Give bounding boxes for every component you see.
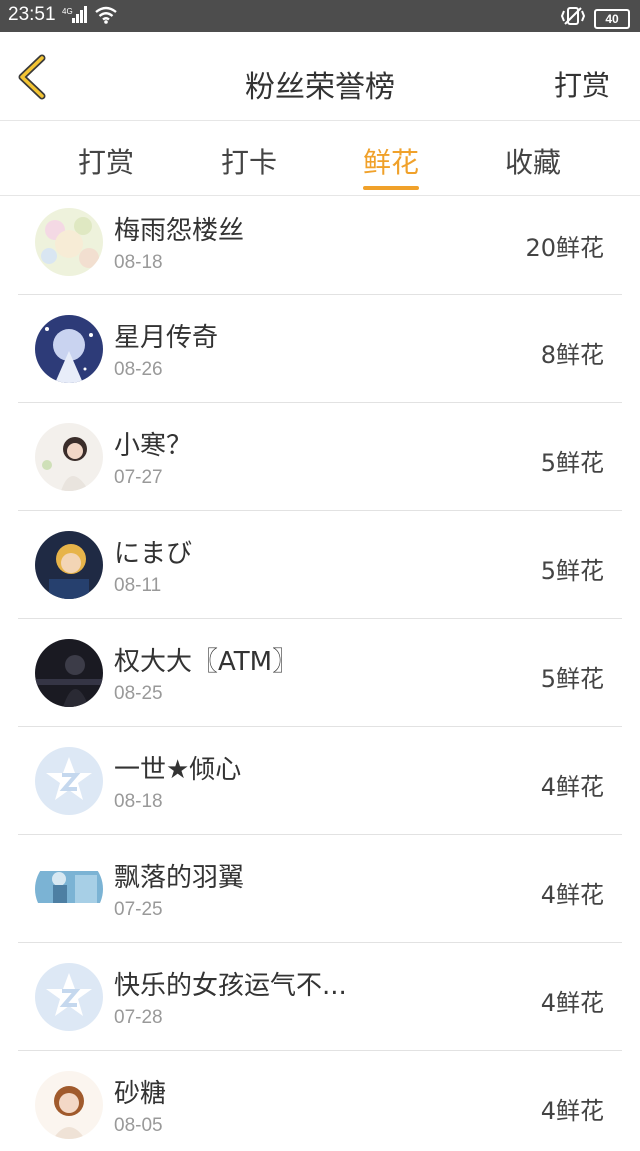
vibrate-icon xyxy=(560,6,586,31)
avatar xyxy=(35,1071,103,1139)
flower-count: 4鲜花 xyxy=(540,1097,604,1125)
fan-date: 08-25 xyxy=(114,683,163,704)
list-item[interactable]: にまび 08-11 5鲜花 xyxy=(0,511,640,619)
flower-count: 5鲜花 xyxy=(540,665,604,693)
avatar xyxy=(35,747,103,815)
fan-name: 梅雨怨楼丝 xyxy=(114,216,245,246)
fan-name: 砂糖 xyxy=(114,1079,167,1109)
fan-name: 一世★倾心 xyxy=(114,755,242,785)
fan-name: 星月传奇 xyxy=(114,323,219,353)
status-time: 23:51 xyxy=(8,4,56,25)
qzone-default-icon xyxy=(35,747,103,815)
page-title: 粉丝荣誉榜 xyxy=(245,70,395,105)
status-left-icons: 4G xyxy=(62,6,118,29)
avatar xyxy=(35,531,103,599)
avatar xyxy=(35,423,103,491)
list-item[interactable]: 飘落的羽翼 07-25 4鲜花 xyxy=(0,835,640,943)
tab-favorites[interactable]: 收藏 xyxy=(473,141,593,181)
flower-count: 4鲜花 xyxy=(540,773,604,801)
tab-checkin[interactable]: 打卡 xyxy=(189,141,309,181)
fan-date: 07-25 xyxy=(114,899,163,920)
fan-date: 08-11 xyxy=(114,575,162,596)
fan-date: 07-28 xyxy=(114,1007,163,1028)
reward-button[interactable]: 打赏 xyxy=(554,64,610,104)
flower-count: 5鲜花 xyxy=(540,449,604,477)
avatar xyxy=(35,315,103,383)
network-label: 4G xyxy=(62,7,73,16)
avatar xyxy=(35,855,103,923)
list-item[interactable]: 权大大〖ATM〗 08-25 5鲜花 xyxy=(0,619,640,727)
flower-count: 5鲜花 xyxy=(540,557,604,585)
status-bar: 23:51 4G 40 xyxy=(0,0,640,32)
flower-count: 4鲜花 xyxy=(540,989,604,1017)
list-item[interactable]: 梅雨怨楼丝 08-18 20鲜花 xyxy=(0,196,640,295)
battery-icon: 40 xyxy=(594,8,630,29)
fan-date: 07-27 xyxy=(114,467,163,488)
nav-bar: 粉丝荣誉榜 打赏 xyxy=(0,32,640,121)
fan-name: 飘落的羽翼 xyxy=(114,863,245,893)
fan-date: 08-18 xyxy=(114,252,163,273)
fan-date: 08-26 xyxy=(114,359,163,380)
list-item[interactable]: 小寒？ 07-27 5鲜花 xyxy=(0,403,640,511)
fan-date: 08-18 xyxy=(114,791,163,812)
status-right-icons: 40 xyxy=(560,6,630,31)
flower-count: 20鲜花 xyxy=(525,234,604,262)
avatar xyxy=(35,639,103,707)
wifi-icon xyxy=(94,6,118,29)
tab-bar: 打赏 打卡 鲜花 收藏 xyxy=(0,121,640,196)
flower-count: 4鲜花 xyxy=(540,881,604,909)
fan-name: にまび xyxy=(114,539,193,569)
qzone-default-icon xyxy=(35,963,103,1031)
fan-list: 梅雨怨楼丝 08-18 20鲜花 星月传奇 08-26 8鲜花 小寒？ 07-2… xyxy=(0,196,640,1151)
list-item[interactable]: 星月传奇 08-26 8鲜花 xyxy=(0,295,640,403)
fan-name: 权大大〖ATM〗 xyxy=(114,647,299,677)
list-item[interactable]: 砂糖 08-05 4鲜花 xyxy=(0,1051,640,1151)
active-tab-indicator xyxy=(363,186,419,190)
avatar xyxy=(35,963,103,1031)
list-item[interactable]: 一世★倾心 08-18 4鲜花 xyxy=(0,727,640,835)
fan-name: 小寒？ xyxy=(114,431,193,461)
signal-icon: 4G xyxy=(62,6,88,29)
tab-flowers[interactable]: 鲜花 xyxy=(331,141,451,181)
avatar xyxy=(35,208,103,276)
fan-date: 08-05 xyxy=(114,1115,163,1136)
tab-reward[interactable]: 打赏 xyxy=(46,141,166,181)
flower-count: 8鲜花 xyxy=(540,341,604,369)
list-item[interactable]: 快乐的女孩运气不... 07-28 4鲜花 xyxy=(0,943,640,1051)
fan-name: 快乐的女孩运气不... xyxy=(114,971,347,1001)
